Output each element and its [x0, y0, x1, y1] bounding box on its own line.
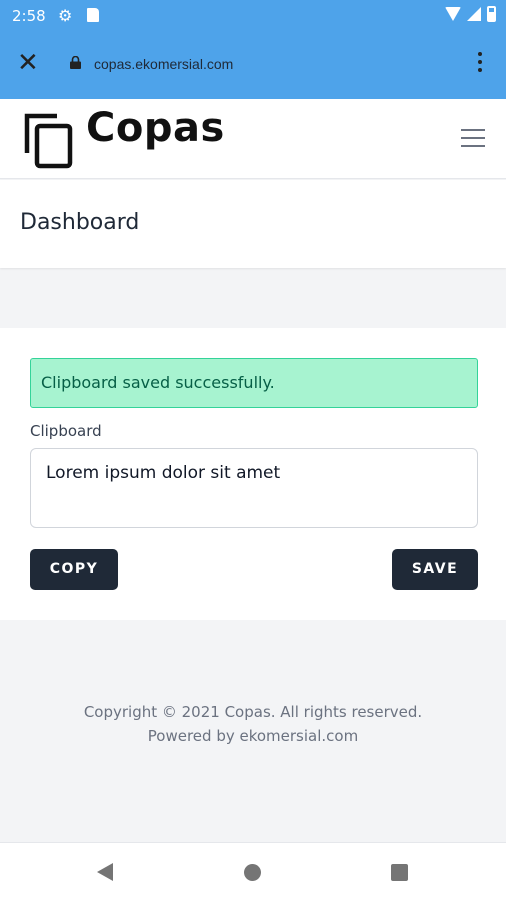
- status-bar: 2:58 ⚙: [0, 0, 506, 32]
- page-header: Dashboard: [0, 180, 506, 268]
- success-alert: Clipboard saved successfully.: [30, 358, 478, 408]
- android-nav-bar: [0, 842, 506, 900]
- copy-button[interactable]: COPY: [30, 549, 118, 590]
- url-field[interactable]: copas.ekomersial.com: [94, 56, 233, 72]
- clipboard-textarea[interactable]: Lorem ipsum dolor sit amet: [30, 448, 478, 528]
- home-icon[interactable]: [244, 864, 261, 881]
- save-button[interactable]: SAVE: [392, 549, 478, 590]
- back-icon[interactable]: [97, 863, 113, 881]
- clipboard-card: Clipboard saved successfully. Clipboard …: [0, 328, 506, 620]
- recents-icon[interactable]: [391, 864, 408, 881]
- status-icons: [445, 6, 496, 22]
- gear-icon: ⚙: [58, 6, 73, 25]
- close-icon[interactable]: ✕: [17, 50, 39, 76]
- more-vert-icon[interactable]: [478, 52, 482, 76]
- brand-name[interactable]: Copas: [86, 105, 225, 151]
- wifi-icon: [445, 7, 461, 21]
- browser-toolbar: ✕ copas.ekomersial.com: [0, 32, 506, 99]
- page-title: Dashboard: [20, 210, 140, 235]
- battery-icon: [487, 6, 496, 22]
- footer-copyright: Copyright © 2021 Copas. All rights reser…: [83, 703, 423, 721]
- site-navbar: Copas: [0, 99, 506, 179]
- alert-message: Clipboard saved successfully.: [41, 373, 275, 392]
- hamburger-menu-icon[interactable]: [461, 129, 485, 153]
- copy-logo-icon[interactable]: [24, 113, 74, 169]
- signal-icon: [467, 7, 481, 21]
- lock-icon: [70, 56, 81, 69]
- status-time: 2:58: [12, 7, 46, 25]
- footer-powered-by: Powered by ekomersial.com: [147, 727, 359, 745]
- clipboard-label: Clipboard: [30, 422, 102, 440]
- sd-card-icon: [87, 8, 99, 22]
- footer: Copyright © 2021 Copas. All rights reser…: [0, 700, 506, 748]
